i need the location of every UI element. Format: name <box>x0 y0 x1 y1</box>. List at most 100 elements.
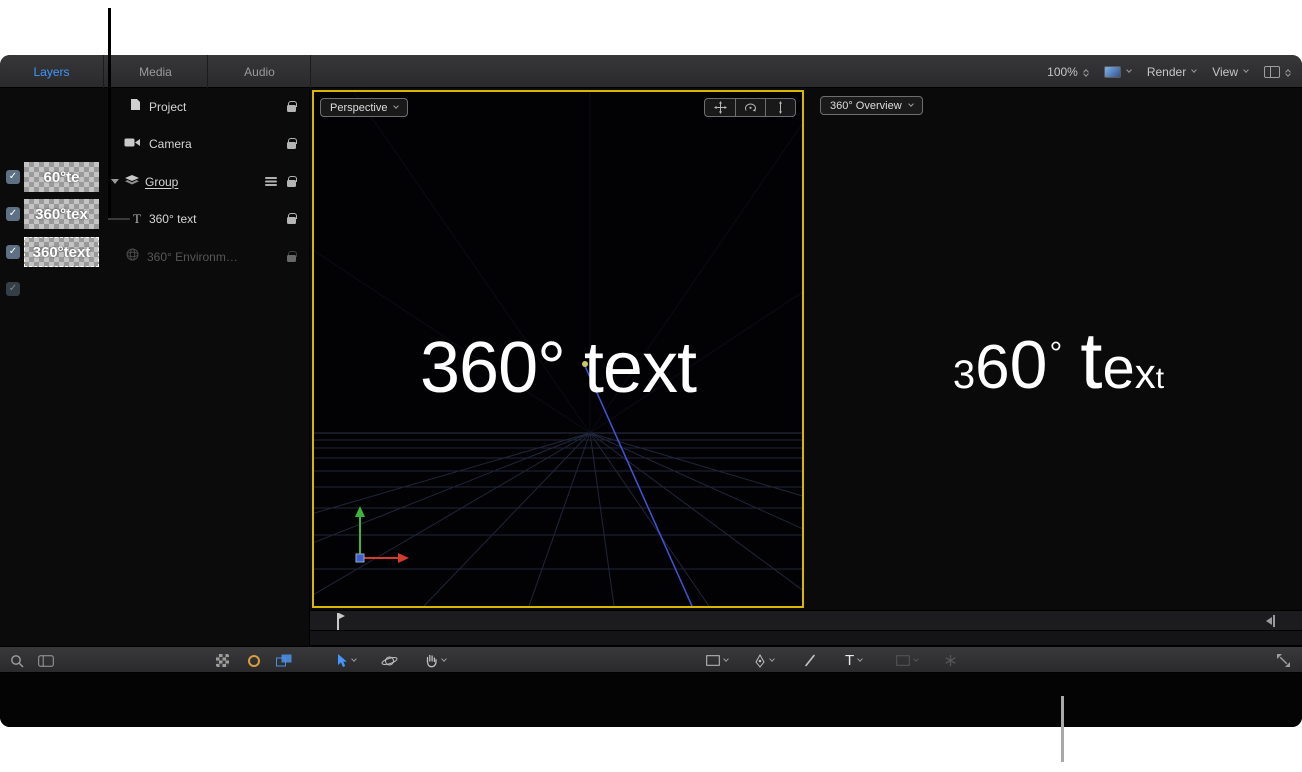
blue-rectangles-icon <box>276 654 292 667</box>
motion-window: Layers Media Audio 100% Render View <box>0 55 1302 727</box>
text-tool[interactable]: T <box>845 647 862 674</box>
chevron-down-icon <box>1126 67 1132 73</box>
checkbox-environment[interactable]: ✓ <box>6 282 20 296</box>
rectangle-icon <box>706 655 720 666</box>
canvas-text-object[interactable]: 360° text <box>314 332 802 404</box>
paint-stroke-tool[interactable] <box>804 647 816 674</box>
render-label: Render <box>1147 65 1186 79</box>
rectangle-tool[interactable] <box>706 647 728 674</box>
chevron-down-icon <box>769 656 775 662</box>
overview-glyph: ° <box>1049 337 1062 369</box>
tab-audio[interactable]: Audio <box>208 55 311 88</box>
bottom-toolbar: T <box>0 646 1302 673</box>
callout-line-to-overview <box>1061 696 1064 762</box>
resize-canvas-button[interactable] <box>1276 647 1291 674</box>
tree-connector <box>108 218 130 220</box>
text-tool-icon: T <box>845 652 854 669</box>
text-layer-icon: T <box>133 211 141 227</box>
stepper-icon <box>1286 68 1290 76</box>
end-marker-bar[interactable] <box>1273 615 1275 627</box>
panes-icon <box>1264 66 1280 78</box>
checkbox-group[interactable]: ✓ <box>6 207 20 221</box>
overview-glyph: 3 <box>953 355 975 395</box>
color-channel-toggle[interactable] <box>248 647 260 674</box>
tab-label: Audio <box>244 65 275 79</box>
checkerboard-icon <box>216 654 229 667</box>
lock-icon[interactable] <box>287 217 296 224</box>
tab-media[interactable]: Media <box>104 55 207 88</box>
thumbnail-camera[interactable]: 60°te <box>24 162 99 192</box>
thumbnail-group[interactable]: 360°tex <box>24 199 99 229</box>
thumbnail-text: 60°te <box>43 169 79 186</box>
transparency-checker-toggle[interactable] <box>216 647 229 674</box>
mini-timeline[interactable] <box>310 610 1302 646</box>
lock-icon[interactable] <box>287 180 296 187</box>
page: { "accents": { "tab_active_blue": "#3f97… <box>0 0 1302 772</box>
disclosure-triangle-icon[interactable] <box>111 179 119 184</box>
pen-nib-icon <box>754 654 766 668</box>
tab-divider <box>310 55 311 88</box>
orbit-icon <box>381 654 398 668</box>
thumbnail-text: 360°text <box>33 244 91 261</box>
diagonal-resize-icon <box>1276 653 1291 668</box>
arrow-cursor-icon <box>336 653 348 668</box>
camera-menu-label: Perspective <box>330 102 387 114</box>
layer-name: Group <box>145 175 178 189</box>
select-tool[interactable] <box>336 647 356 674</box>
display-color-swatch[interactable] <box>1104 66 1131 78</box>
checkbox-360-text[interactable]: ✓ <box>6 245 20 259</box>
layer-row-group[interactable]: Group <box>106 163 310 200</box>
tab-layers[interactable]: Layers <box>0 55 103 88</box>
layer-row-project[interactable]: Project <box>106 88 310 125</box>
orbit-camera-button[interactable] <box>735 99 765 116</box>
lock-icon[interactable] <box>287 142 296 149</box>
blend-stack-icon[interactable] <box>265 173 277 191</box>
layout-panes-control[interactable] <box>1264 66 1290 78</box>
hand-icon <box>424 653 438 668</box>
camera-menu-button[interactable]: Perspective <box>320 98 408 117</box>
checkbox-camera[interactable]: ✓ <box>6 170 20 184</box>
view-menu[interactable]: View <box>1212 65 1248 79</box>
thumbnail-360-text[interactable]: 360°text <box>24 237 99 267</box>
project-pane-toggle[interactable] <box>38 647 54 674</box>
overview-canvas-text: 3 6 0 ° t e x t <box>815 321 1302 401</box>
overview-menu-label: 360° Overview <box>830 100 902 112</box>
canvas-viewport-perspective[interactable]: 360° text Perspective <box>312 90 804 608</box>
overview-glyph: e <box>1102 340 1134 398</box>
layer-row-environment[interactable]: 360° Environm… <box>106 238 310 275</box>
playhead[interactable] <box>337 613 339 630</box>
search-button[interactable] <box>10 647 24 674</box>
3d-transform-axes[interactable] <box>340 493 420 565</box>
stepper-icon <box>1084 68 1088 76</box>
origin-handle[interactable] <box>356 554 364 562</box>
chevron-down-icon <box>908 101 914 107</box>
camera-tools <box>704 98 796 117</box>
chevron-down-icon <box>1243 67 1249 73</box>
3d-transform-tool[interactable] <box>381 647 398 674</box>
layers-overlay-toggle[interactable] <box>276 647 292 674</box>
orange-circle-icon <box>248 655 260 667</box>
render-menu[interactable]: Render <box>1147 65 1196 79</box>
tab-label: Media <box>139 65 172 79</box>
dolly-camera-button[interactable] <box>765 99 795 116</box>
chevron-down-icon <box>857 656 863 662</box>
y-axis-arrow[interactable] <box>355 506 365 517</box>
timeline-track[interactable] <box>310 611 1302 631</box>
x-axis-arrow[interactable] <box>398 553 409 563</box>
layer-row-camera[interactable]: Camera <box>106 125 310 162</box>
group-layers-icon <box>125 173 139 191</box>
lock-icon[interactable] <box>287 255 296 262</box>
layer-row-360-text[interactable]: T 360° text <box>106 200 310 237</box>
mask-rectangle-icon <box>896 655 910 666</box>
layer-name: Camera <box>149 137 192 151</box>
view-label: View <box>1212 65 1238 79</box>
overview-menu-button[interactable]: 360° Overview <box>820 96 923 115</box>
layers-panel: ✓ ✓ ✓ ✓ 60°te 360°tex 360°text Project C… <box>0 88 310 646</box>
hand-tool[interactable] <box>424 647 446 674</box>
pan-camera-button[interactable] <box>705 99 735 116</box>
brush-icon <box>804 654 816 667</box>
bezier-tool[interactable] <box>754 647 774 674</box>
zoom-control[interactable]: 100% <box>1047 65 1088 79</box>
chevron-down-icon <box>723 656 729 662</box>
lock-icon[interactable] <box>287 105 296 112</box>
